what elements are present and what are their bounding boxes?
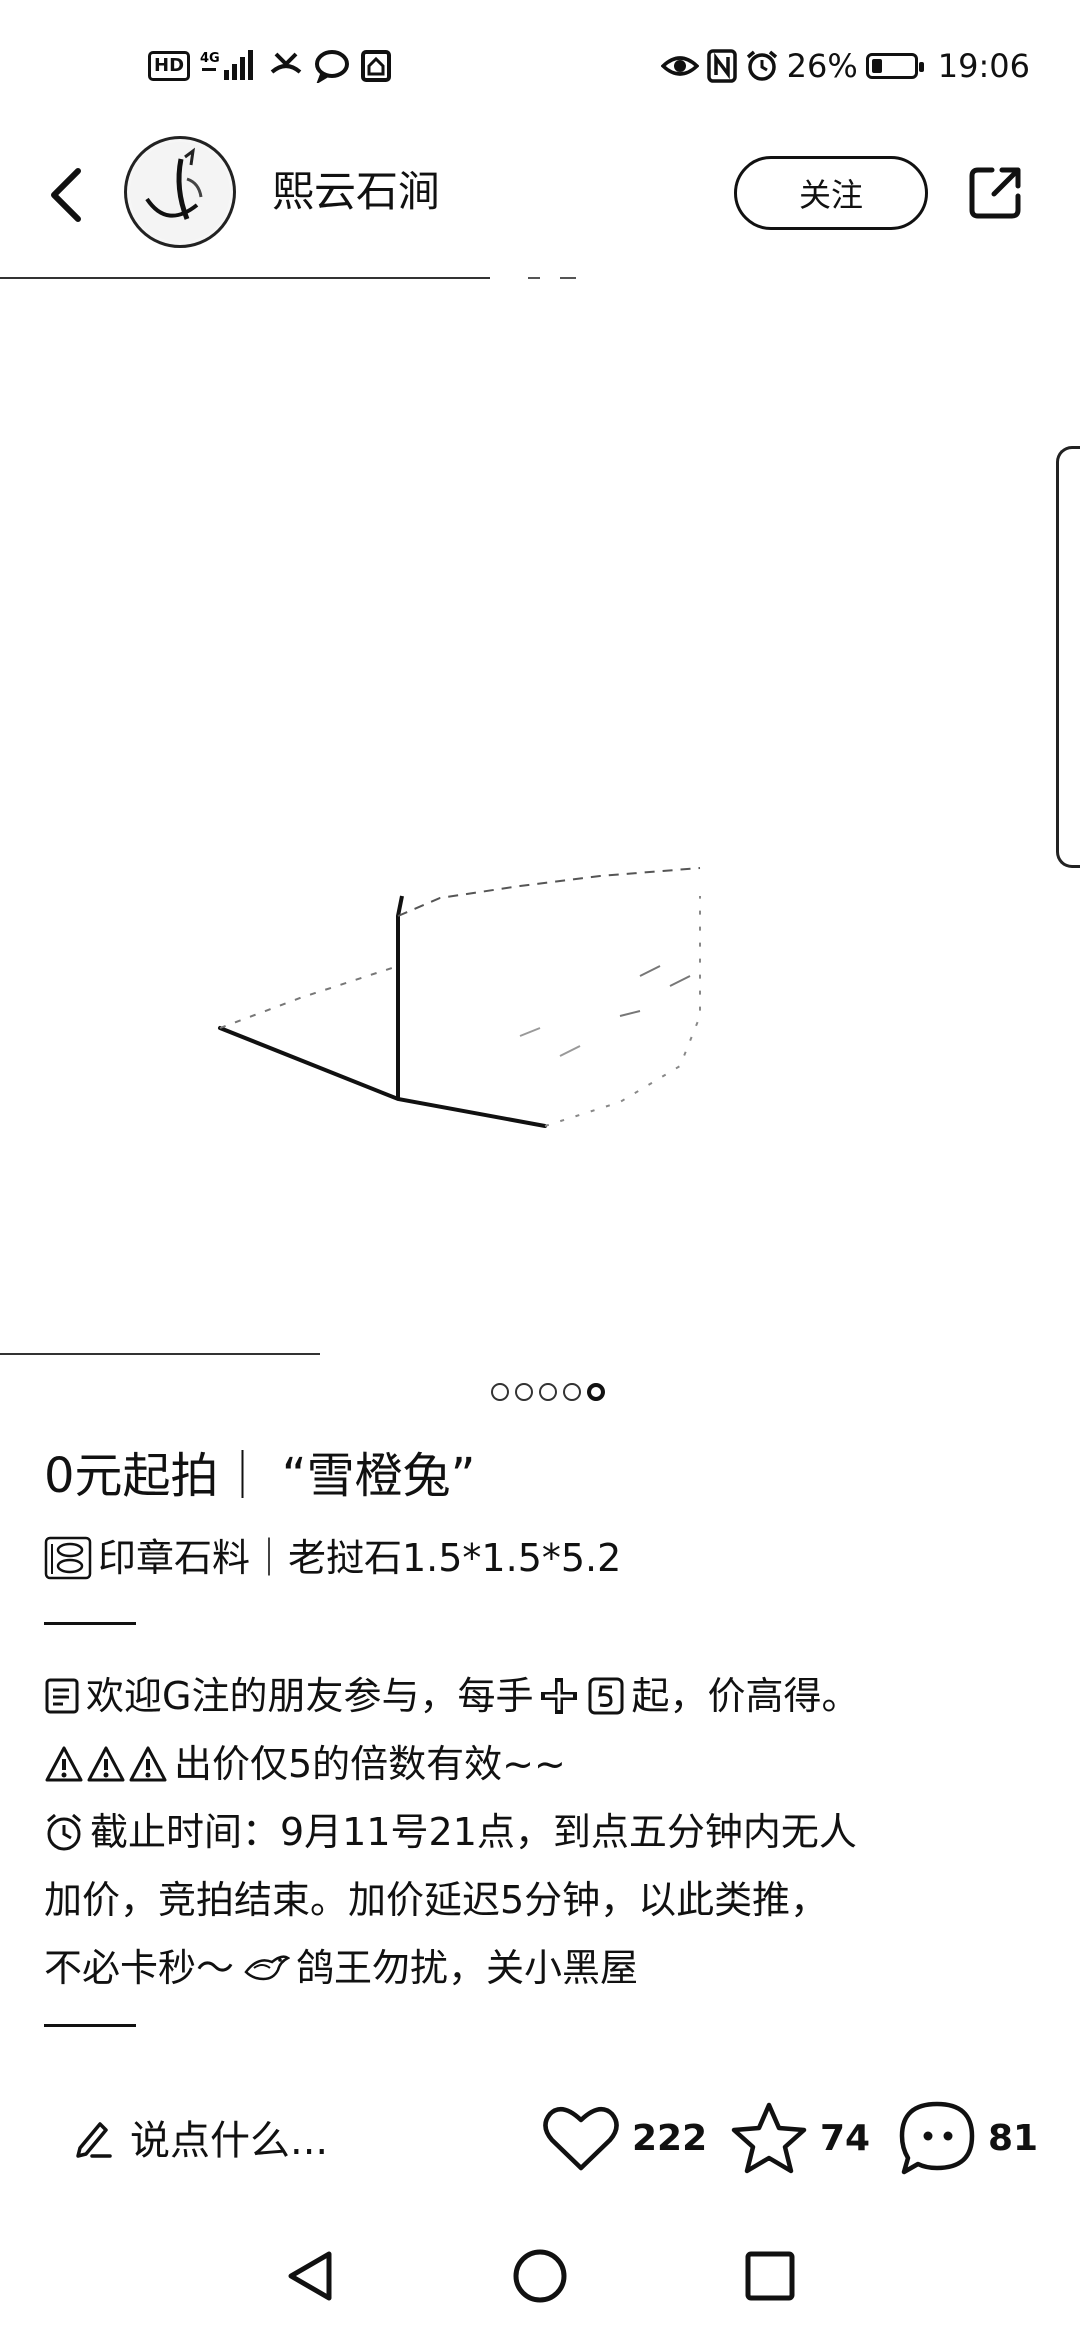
divider-line	[44, 1622, 136, 1625]
divider-line	[44, 2024, 136, 2027]
chevron-left-icon	[51, 168, 81, 222]
warning-icon	[128, 1745, 168, 1783]
shop-name[interactable]: 熙云石涧	[272, 160, 440, 224]
description-text: 出价仅5的倍数有效~~	[174, 1742, 566, 1786]
product-image	[0, 277, 701, 1355]
signal-4g-icon: 4G	[200, 48, 258, 84]
fish-emoji-icon	[44, 1534, 92, 1582]
svg-text:4G: 4G	[200, 51, 220, 66]
system-navigation-bar	[0, 2236, 1080, 2316]
warning-icon	[44, 1745, 84, 1783]
like-count: 222	[632, 2117, 708, 2159]
follow-button[interactable]: 关注	[734, 156, 928, 230]
comment-count: 81	[988, 2117, 1039, 2159]
description-text: 欢迎G注的朋友参与，每手	[86, 1674, 534, 1718]
action-bar: 说点什么... 222 74 81	[0, 2092, 1080, 2182]
like-button[interactable]: 222	[542, 2100, 707, 2176]
missed-call-icon	[268, 50, 304, 82]
comment-input[interactable]: 说点什么...	[72, 2106, 328, 2168]
number-five-icon	[587, 1676, 625, 1716]
description-line-2: 出价仅5的倍数有效~~	[44, 1730, 566, 1798]
comment-bubble-icon	[899, 2101, 975, 2175]
carousel-dot-active[interactable]	[587, 1383, 605, 1401]
carousel-dot[interactable]	[491, 1383, 509, 1401]
carousel-dot[interactable]	[539, 1383, 557, 1401]
product-image-carousel[interactable]	[0, 276, 1080, 1356]
carousel-dot[interactable]	[563, 1383, 581, 1401]
post-title: 0元起拍｜ “雪橙兔”	[44, 1448, 476, 1504]
warning-icon	[86, 1745, 126, 1783]
status-time: 19:06	[937, 47, 1030, 85]
status-bar-left: HD 4G	[148, 44, 392, 88]
post-subtitle: 印章石料｜老挝石1.5*1.5*5.2	[98, 1536, 622, 1580]
post-subtitle-row: 印章石料｜老挝石1.5*1.5*5.2	[44, 1528, 621, 1588]
circle-home-icon	[513, 2249, 567, 2303]
battery-percent: 26%	[786, 47, 858, 85]
heart-icon	[543, 2106, 619, 2171]
hd-icon: HD	[148, 51, 191, 81]
memo-icon	[44, 1676, 80, 1716]
home-app-icon	[360, 49, 392, 83]
message-icon	[314, 49, 350, 83]
plus-icon	[537, 1674, 581, 1718]
star-icon	[731, 2102, 807, 2174]
post-header: 熙云石涧 关注	[0, 130, 1080, 260]
description-text: 鸽王勿扰，关小黑屋	[296, 1946, 639, 1990]
description-text: 截止时间：9月11号21点，到点五分钟内无人	[90, 1810, 857, 1854]
alarm-clock-icon	[44, 1811, 84, 1853]
battery-icon	[865, 53, 924, 79]
avatar[interactable]	[124, 136, 236, 248]
eye-icon	[660, 52, 699, 80]
description-line-5: 不必卡秒～ 鸽王勿扰，关小黑屋	[44, 1934, 638, 2002]
description-text: 不必卡秒～	[44, 1946, 235, 1990]
status-bar-right: 26% 19:06	[660, 44, 1030, 88]
carousel-dot[interactable]	[515, 1383, 533, 1401]
comment-button[interactable]: 81	[898, 2100, 1038, 2176]
comment-placeholder: 说点什么...	[130, 2118, 329, 2164]
nav-back-button[interactable]	[270, 2236, 350, 2316]
description-line-4: 加价，竞拍结束。加价延迟5分钟，以此类推，	[44, 1866, 828, 1934]
nav-recents-button[interactable]	[730, 2236, 810, 2316]
nav-home-button[interactable]	[500, 2236, 580, 2316]
pencil-icon	[76, 2122, 112, 2158]
dove-icon	[242, 1948, 291, 1988]
favorite-button[interactable]: 74	[730, 2100, 870, 2176]
share-icon	[969, 167, 1021, 219]
alarm-icon	[745, 49, 779, 83]
description-line-1: 欢迎G注的朋友参与，每手 起，价高得。	[44, 1662, 859, 1730]
description-text: 加价，竞拍结束。加价延迟5分钟，以此类推，	[44, 1878, 829, 1922]
avatar-image	[130, 142, 230, 242]
carousel-indicator	[8, 1383, 1080, 1401]
share-button[interactable]	[962, 158, 1030, 226]
triangle-back-icon	[288, 2251, 332, 2301]
description-text: 起，价高得。	[631, 1674, 860, 1718]
side-drawer-handle[interactable]	[1056, 446, 1080, 868]
description-line-3: 截止时间：9月11号21点，到点五分钟内无人	[44, 1798, 857, 1866]
status-bar: HD 4G 26% 19:06	[0, 0, 1080, 130]
favorite-count: 74	[820, 2117, 871, 2159]
nfc-icon	[706, 49, 737, 83]
back-button[interactable]	[36, 160, 96, 230]
square-recents-icon	[745, 2251, 795, 2301]
